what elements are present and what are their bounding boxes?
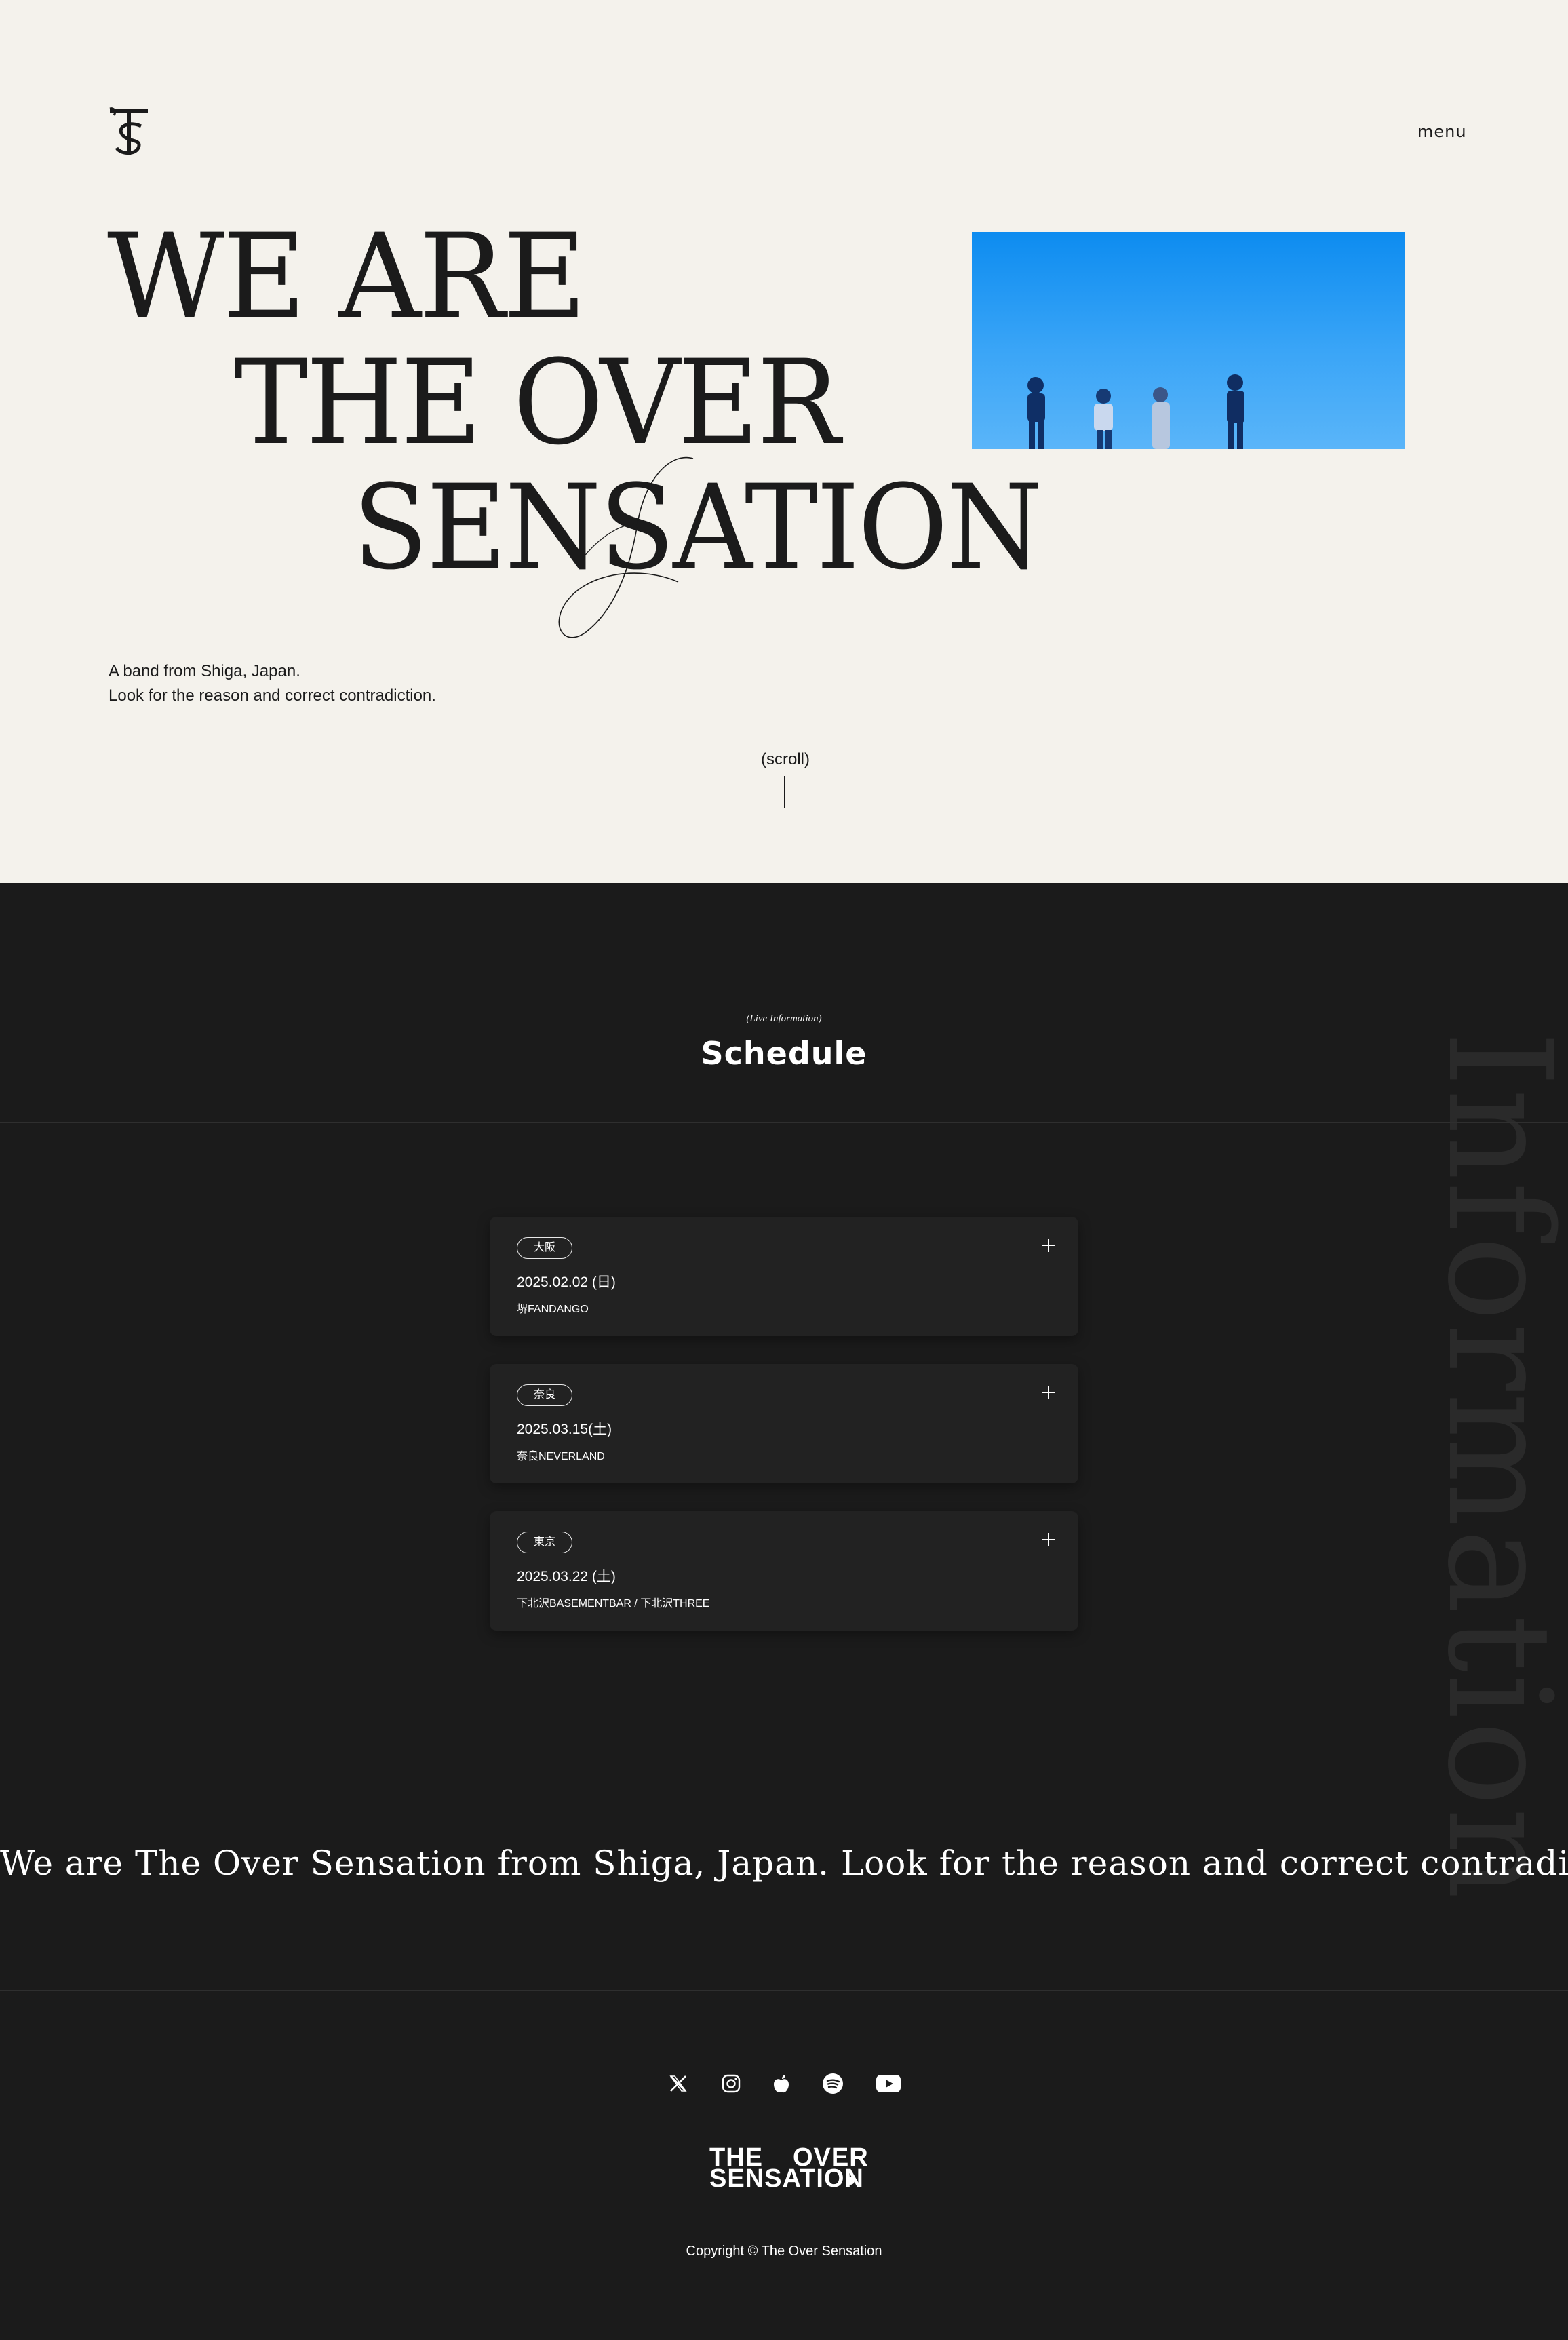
event-date: 2025.03.15(土): [517, 1422, 612, 1437]
plus-icon[interactable]: [1040, 1384, 1057, 1401]
section-divider: [0, 1122, 1568, 1123]
tagline-line-2: Look for the reason and correct contradi…: [109, 686, 436, 705]
footer-divider: [0, 1990, 1568, 1991]
event-venue: 奈良NEVERLAND: [517, 1451, 605, 1462]
apple-music-icon[interactable]: [766, 2069, 796, 2099]
marquee-text: We are The Over Sensation from Shiga, Ja…: [0, 1844, 1568, 1883]
headline-swash-ornament: [558, 456, 694, 638]
event-date: 2025.02.02 (日): [517, 1274, 616, 1290]
event-area-badge: 東京: [517, 1532, 572, 1553]
x-icon[interactable]: [663, 2069, 693, 2099]
plus-icon[interactable]: [1040, 1532, 1057, 1548]
footer-logo-sensation: SENSATION: [709, 2164, 864, 2193]
hero-section: menu WE ARE THE OVER SENSATION A band fr…: [0, 0, 1568, 883]
event-venue: 堺FANDANGO: [517, 1304, 589, 1315]
footer-logo[interactable]: THE OVER SENSATION: [709, 2145, 869, 2193]
event-card[interactable]: 奈良 2025.03.15(土) 奈良NEVERLAND: [490, 1364, 1078, 1483]
event-card[interactable]: 大阪 2025.02.02 (日) 堺FANDANGO: [490, 1217, 1078, 1336]
copyright: Copyright © The Over Sensation: [686, 2244, 882, 2259]
tagline-line-1: A band from Shiga, Japan.: [109, 662, 300, 680]
information-background-word: Information: [1416, 1031, 1568, 1901]
menu-button[interactable]: menu: [1417, 122, 1467, 141]
schedule-eyebrow: (Live Information): [746, 1013, 822, 1024]
event-venue: 下北沢BASEMENTBAR / 下北沢THREE: [517, 1598, 710, 1610]
plus-icon[interactable]: [1040, 1237, 1057, 1253]
event-date: 2025.03.22 (土): [517, 1569, 616, 1584]
event-card[interactable]: 東京 2025.03.22 (土) 下北沢BASEMENTBAR / 下北沢TH…: [490, 1511, 1078, 1631]
tos-monogram-icon[interactable]: [107, 106, 153, 157]
band-members-silhouette: [1027, 374, 1244, 449]
footer-logo-dot: [846, 2177, 855, 2185]
spotify-icon[interactable]: [818, 2069, 848, 2099]
headline-line-2: THE OVER: [234, 334, 840, 471]
scroll-indicator-line: [784, 776, 785, 808]
hero-tagline: A band from Shiga, Japan. Look for the r…: [109, 659, 436, 708]
instagram-icon[interactable]: [716, 2069, 746, 2099]
scroll-indicator-label[interactable]: (scroll): [761, 750, 810, 769]
event-area-badge: 大阪: [517, 1237, 572, 1259]
youtube-icon[interactable]: [874, 2069, 903, 2099]
band-photo: [972, 232, 1405, 449]
headline-line-1: WE ARE: [107, 208, 587, 345]
event-area-badge: 奈良: [517, 1384, 572, 1406]
schedule-title: Schedule: [701, 1035, 867, 1072]
